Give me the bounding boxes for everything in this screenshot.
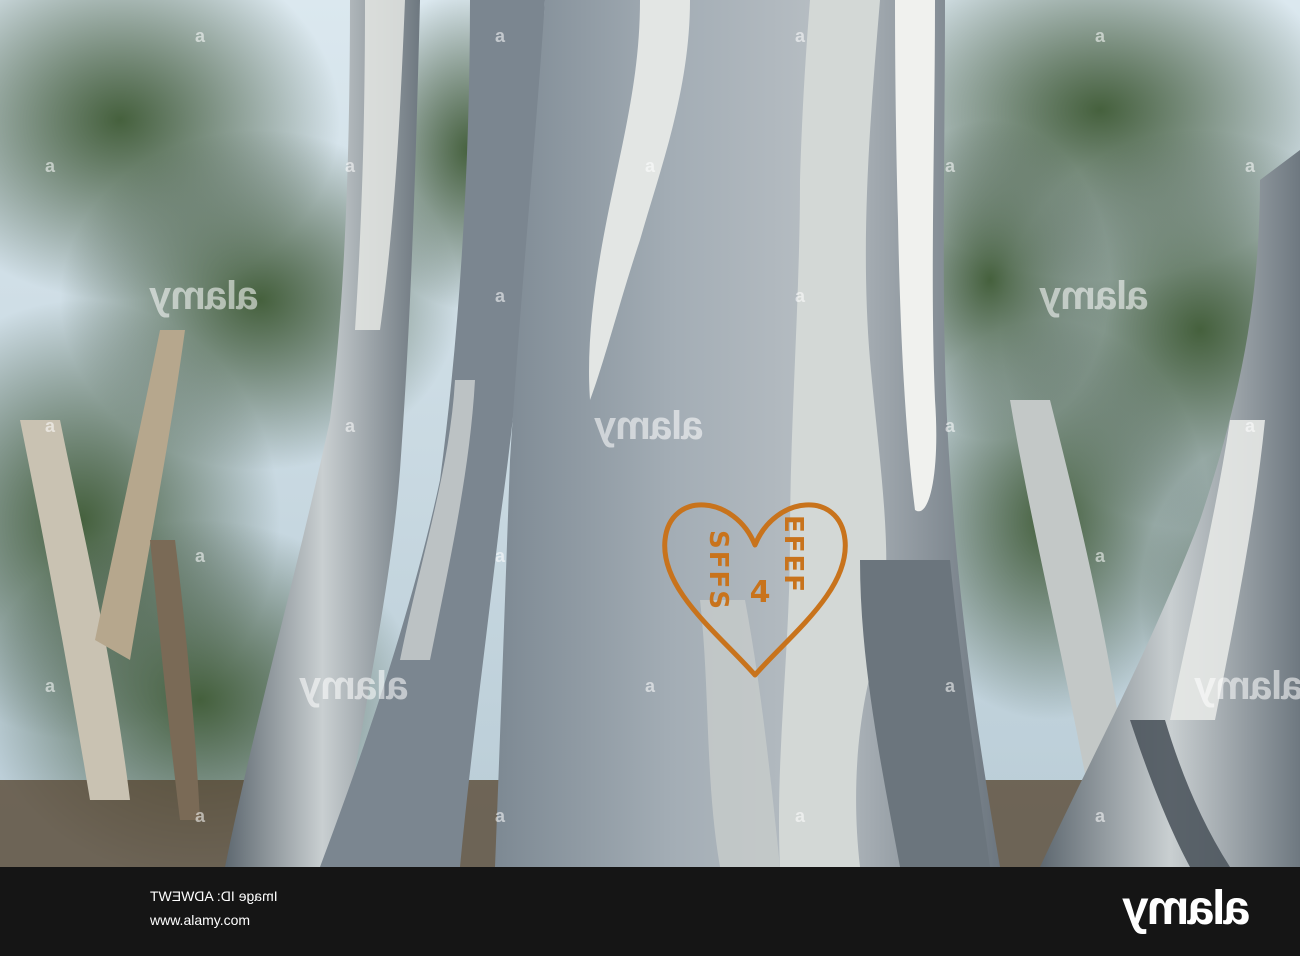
footer-bar: Image ID: ADWEWT www.alamy.com alamy <box>0 867 1300 956</box>
image-id-text: Image ID: ADWEWT <box>150 888 278 904</box>
photograph: SFFS 4 EFEF a a a a a a a a a alamy a a … <box>0 0 1300 867</box>
scene-svg: SFFS 4 EFEF <box>0 0 1300 867</box>
url-text: www.alamy.com <box>150 912 251 928</box>
carving-center-number: 4 <box>750 575 771 610</box>
alamy-logo: alamy <box>1123 882 1250 935</box>
carving-right-initials: EFEF <box>778 515 808 594</box>
carving-left-initials: SFFS <box>703 530 733 611</box>
